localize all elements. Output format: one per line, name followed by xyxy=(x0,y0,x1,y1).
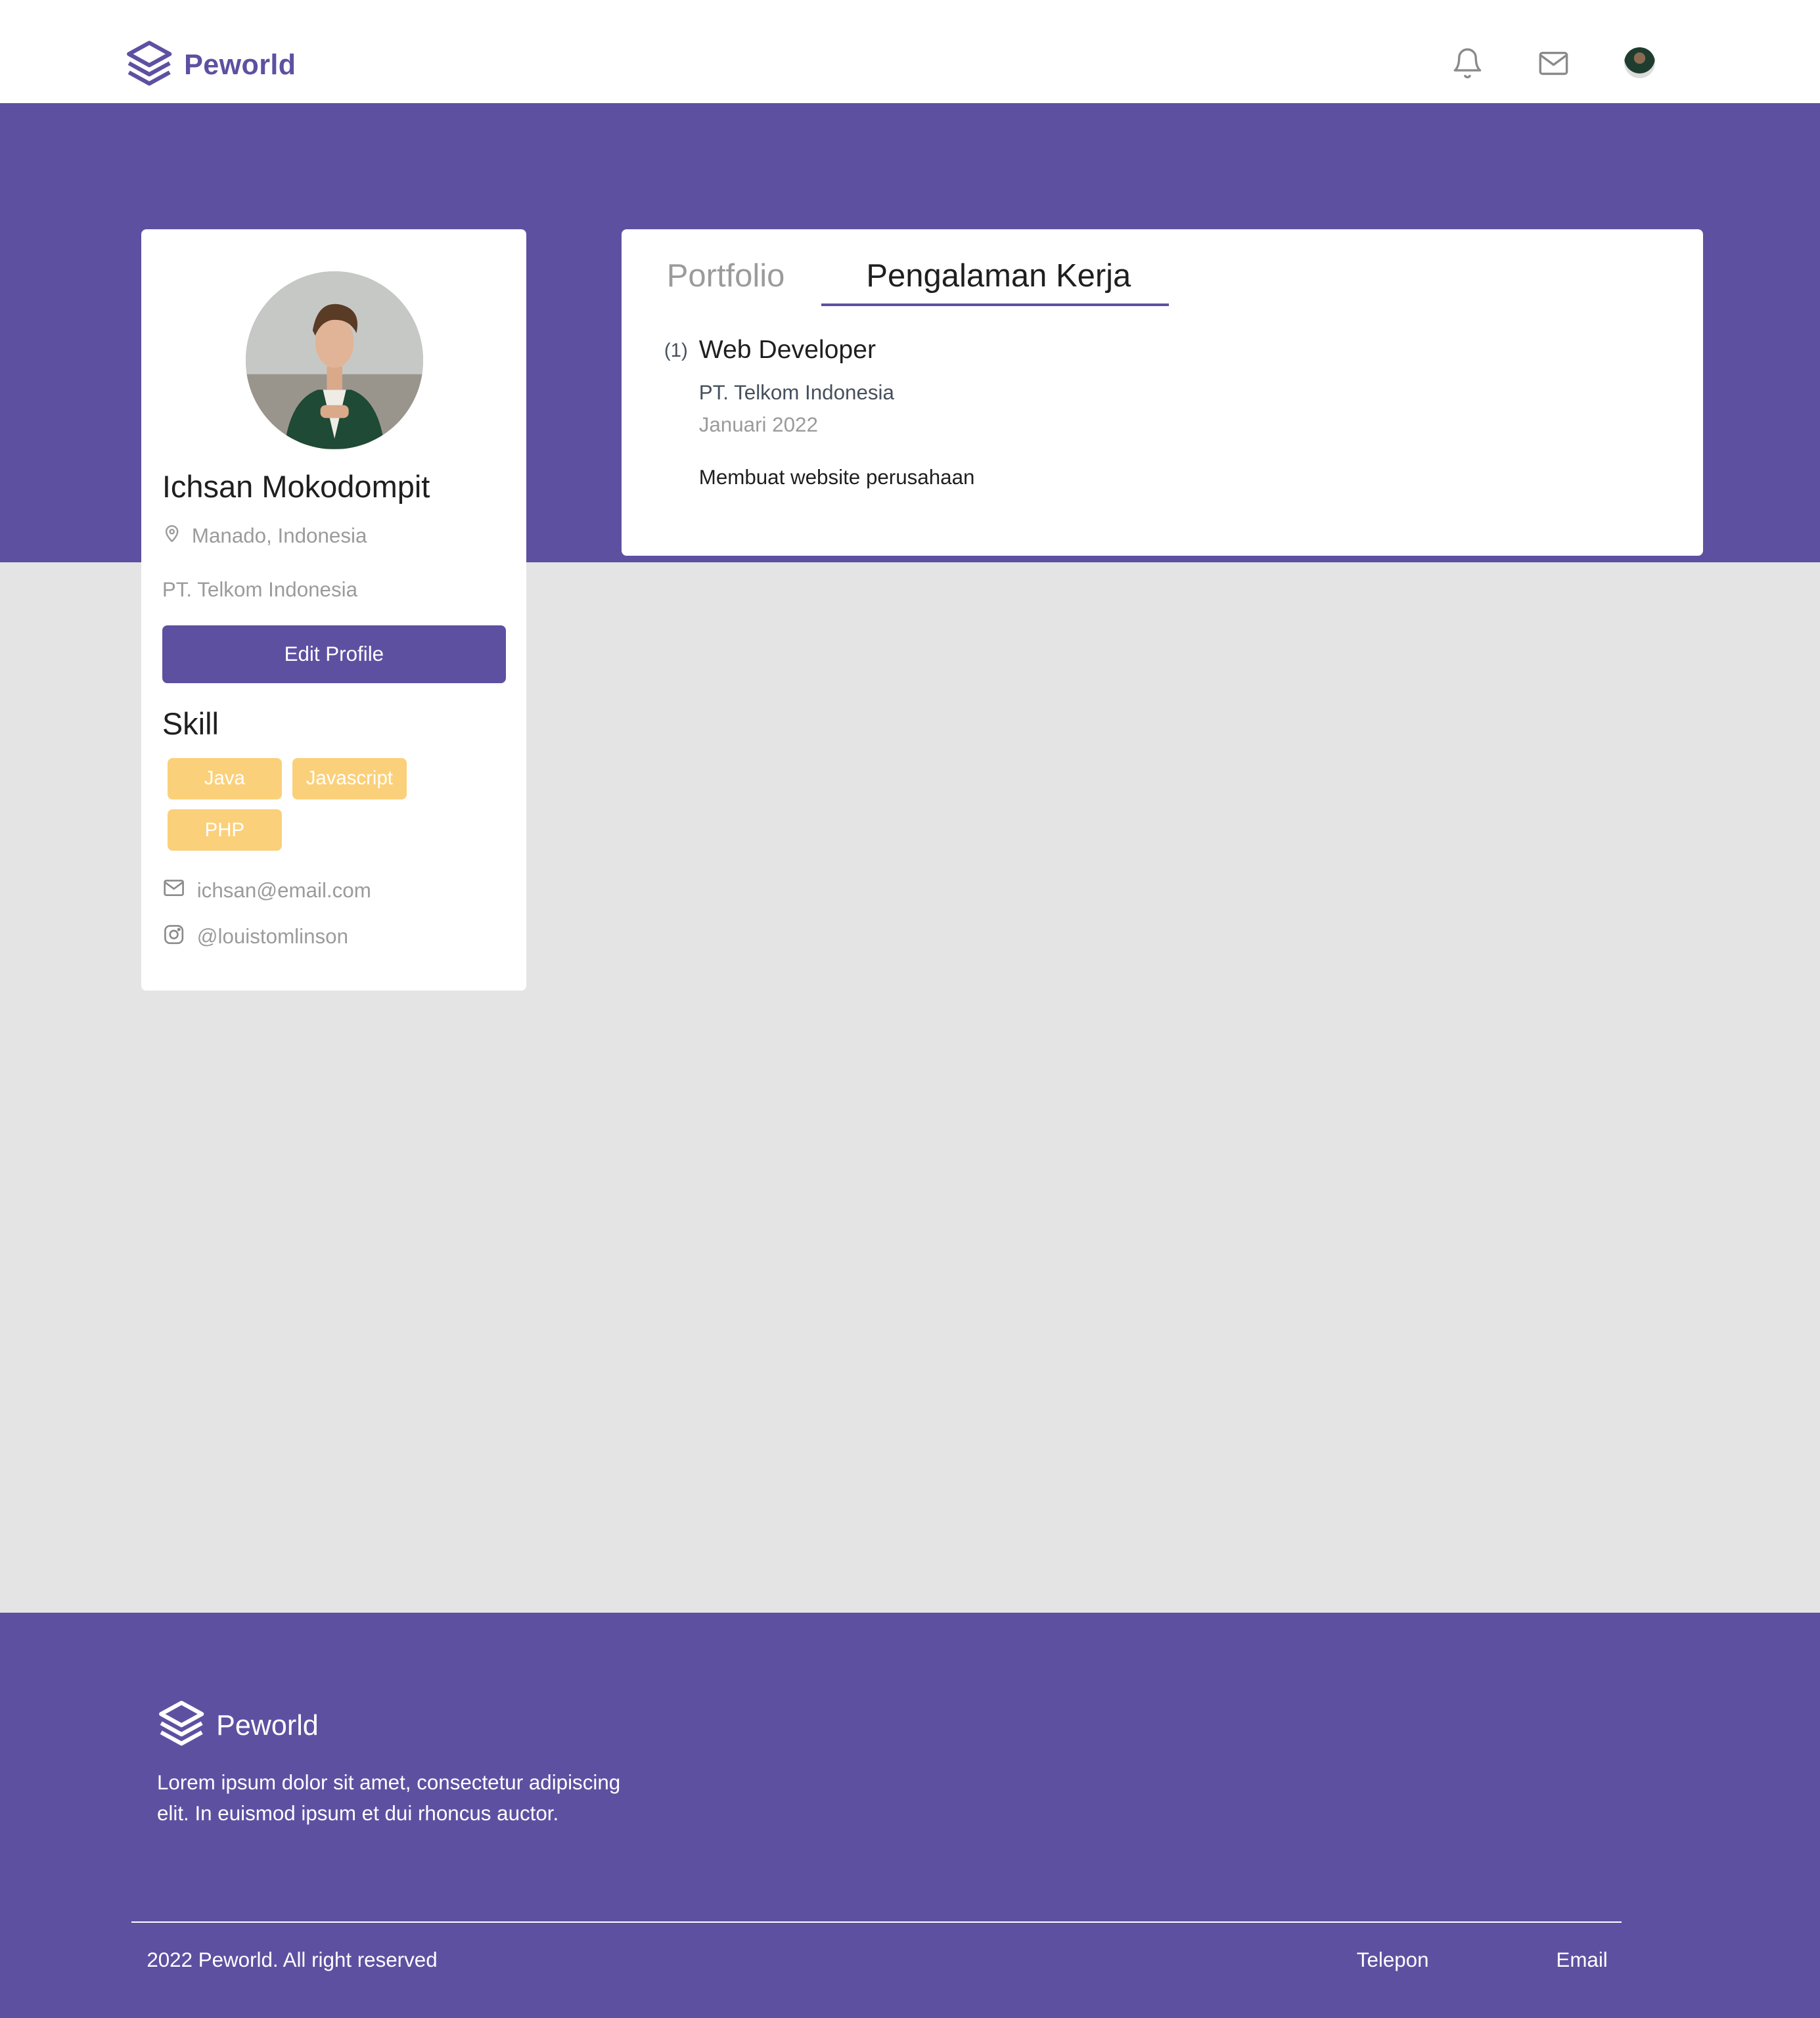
map-pin-icon xyxy=(162,524,181,548)
user-avatar[interactable] xyxy=(1624,47,1656,79)
footer: Peworld Lorem ipsum dolor sit amet, cons… xyxy=(0,1612,1820,2018)
tab-portfolio[interactable]: Portfolio xyxy=(667,258,785,294)
profile-email: ichsan@email.com xyxy=(162,876,371,905)
profile-card: Ichsan Mokodompit Manado, Indonesia PT. … xyxy=(141,229,527,991)
experience-company: PT. Telkom Indonesia xyxy=(698,380,894,404)
edit-profile-button[interactable]: Edit Profile xyxy=(162,625,506,684)
profile-photo xyxy=(246,271,424,449)
brand-logo[interactable]: Peworld xyxy=(125,39,296,93)
footer-brand-logo[interactable]: Peworld xyxy=(157,1699,319,1753)
skill-chip-javascript: Javascript xyxy=(292,757,407,799)
experience-card: Portfolio Pengalaman Kerja (1) Web Devel… xyxy=(622,229,1703,556)
experience-date: Januari 2022 xyxy=(698,413,818,436)
bell-icon[interactable] xyxy=(1451,47,1484,80)
brand-name: Peworld xyxy=(184,49,296,81)
location-text: Manado, Indonesia xyxy=(191,524,367,547)
email-text[interactable]: ichsan@email.com xyxy=(197,879,371,903)
footer-brand-name: Peworld xyxy=(216,1709,319,1741)
instagram-icon xyxy=(162,923,185,951)
layers-logo-icon xyxy=(125,39,173,93)
skill-list: Java Javascript PHP xyxy=(167,757,425,851)
profile-location: Manado, Indonesia xyxy=(162,524,367,548)
top-navbar: Peworld xyxy=(0,0,1820,103)
skill-chip-java: Java xyxy=(167,757,282,799)
layers-logo-icon xyxy=(157,1699,206,1753)
mail-icon[interactable] xyxy=(1537,47,1570,80)
skill-chip-php: PHP xyxy=(167,809,282,851)
profile-instagram: @louistomlinson xyxy=(162,923,348,951)
experience-description: Membuat website perusahaan xyxy=(698,466,975,489)
profile-company: PT. Telkom Indonesia xyxy=(162,577,358,601)
tab-work-experience[interactable]: Pengalaman Kerja xyxy=(866,258,1131,294)
experience-number: (1) xyxy=(664,340,688,362)
footer-copyright: 2022 Peworld. All right reserved xyxy=(147,1948,438,1971)
active-tab-indicator xyxy=(821,303,1169,307)
footer-link-telepon[interactable]: Telepon xyxy=(1357,1948,1429,1972)
footer-divider xyxy=(131,1921,1622,1923)
footer-description: Lorem ipsum dolor sit amet, consectetur … xyxy=(156,1770,621,1825)
experience-position: Web Developer xyxy=(698,336,876,365)
mail-icon xyxy=(162,876,185,905)
instagram-text[interactable]: @louistomlinson xyxy=(197,925,348,949)
profile-name: Ichsan Mokodompit xyxy=(162,469,430,504)
footer-link-email[interactable]: Email xyxy=(1556,1948,1607,1972)
skill-heading: Skill xyxy=(162,706,219,741)
